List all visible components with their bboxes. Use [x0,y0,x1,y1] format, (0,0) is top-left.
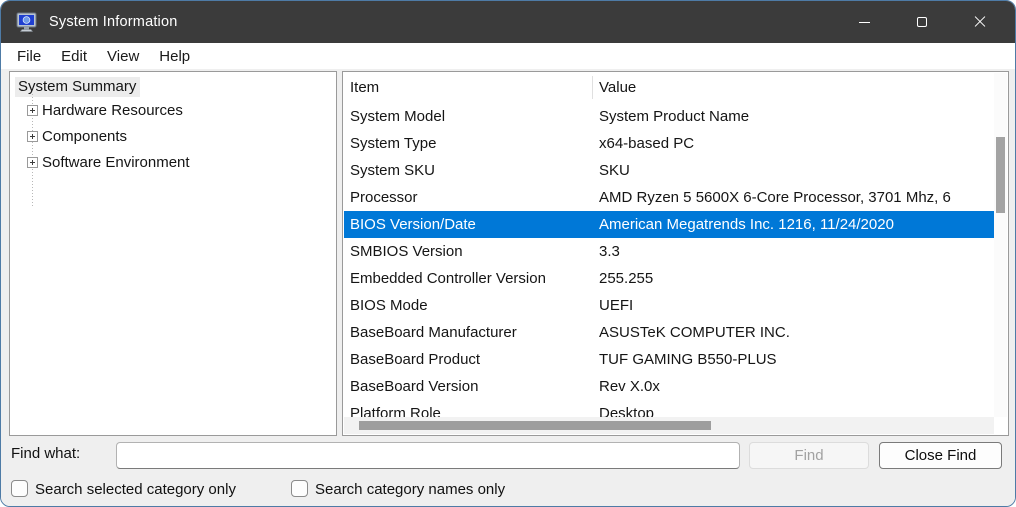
find-bar: Find what: Find Close Find Search select… [1,436,1015,507]
table-row[interactable]: Platform Role Desktop [344,400,994,417]
column-header-item[interactable]: Item [343,79,592,96]
title-bar: System Information [1,1,1015,43]
search-category-names-checkbox[interactable] [291,480,308,497]
menu-edit[interactable]: Edit [51,46,97,67]
details-list-panel: Item Value System Model System Product N… [342,71,1009,436]
item-cell: BIOS Version/Date [344,216,592,233]
maximize-button[interactable] [893,1,951,43]
value-cell: System Product Name [592,108,994,125]
menu-file[interactable]: File [7,46,51,67]
list-header: Item Value [343,72,1008,103]
item-cell: Platform Role [344,405,592,417]
tree-item-label: Hardware Resources [42,102,183,119]
value-cell: UEFI [592,297,994,314]
close-button[interactable] [951,1,1009,43]
horizontal-scrollbar-thumb[interactable] [359,421,711,430]
find-what-label: Find what: [11,445,80,462]
table-row-selected[interactable]: BIOS Version/Date American Megatrends In… [344,211,994,238]
table-row[interactable]: Embedded Controller Version 255.255 [344,265,994,292]
table-row[interactable]: BIOS Mode UEFI [344,292,994,319]
column-header-value[interactable]: Value [592,79,636,96]
item-cell: BaseBoard Product [344,351,592,368]
minimize-button[interactable] [835,1,893,43]
tree-item-label: Software Environment [42,154,190,171]
table-row[interactable]: System SKU SKU [344,157,994,184]
value-cell: Rev X.0x [592,378,994,395]
value-cell: American Megatrends Inc. 1216, 11/24/202… [592,216,994,233]
table-row[interactable]: SMBIOS Version 3.3 [344,238,994,265]
expand-plus-icon[interactable] [27,131,38,142]
expand-plus-icon[interactable] [27,157,38,168]
tree-item-hardware-resources[interactable]: Hardware Resources [10,97,336,123]
menu-bar: File Edit View Help [1,43,1015,69]
list-rows: System Model System Product Name System … [344,103,994,417]
value-cell: x64-based PC [592,135,994,152]
column-separator[interactable] [592,76,593,99]
item-cell: Processor [344,189,592,206]
close-icon [974,16,986,28]
tree-item-components[interactable]: Components [10,123,336,149]
category-tree-panel: System Summary Hardware Resources Compon… [9,71,337,436]
maximize-icon [917,17,927,27]
menu-help[interactable]: Help [149,46,200,67]
window-title: System Information [49,14,178,30]
item-cell: SMBIOS Version [344,243,592,260]
system-information-window: System Information File Edit View Help S… [0,0,1016,507]
tree-item-system-summary[interactable]: System Summary [15,77,140,97]
item-cell: Embedded Controller Version [344,270,592,287]
vertical-scrollbar[interactable] [994,73,1007,417]
item-cell: BaseBoard Manufacturer [344,324,592,341]
value-cell: 255.255 [592,270,994,287]
menu-view[interactable]: View [97,46,149,67]
expand-plus-icon[interactable] [27,105,38,116]
value-cell: AMD Ryzen 5 5600X 6-Core Processor, 3701… [592,189,994,206]
search-selected-category-label: Search selected category only [35,481,236,498]
search-category-names-label: Search category names only [315,481,505,498]
item-cell: System SKU [344,162,592,179]
item-cell: System Model [344,108,592,125]
table-row[interactable]: BaseBoard Product TUF GAMING B550-PLUS [344,346,994,373]
close-find-button[interactable]: Close Find [879,442,1002,469]
value-cell: Desktop [592,405,994,417]
system-information-app-icon [16,12,38,32]
value-cell: SKU [592,162,994,179]
table-row[interactable]: Processor AMD Ryzen 5 5600X 6-Core Proce… [344,184,994,211]
item-cell: System Type [344,135,592,152]
search-selected-category-checkbox[interactable] [11,480,28,497]
table-row[interactable]: System Model System Product Name [344,103,994,130]
minimize-icon [859,22,870,23]
find-input[interactable] [116,442,740,469]
tree-children: Hardware Resources Components Software E… [10,97,336,175]
item-cell: BaseBoard Version [344,378,592,395]
horizontal-scrollbar[interactable] [344,417,994,434]
value-cell: ASUSTeK COMPUTER INC. [592,324,994,341]
table-row[interactable]: BaseBoard Version Rev X.0x [344,373,994,400]
vertical-scrollbar-thumb[interactable] [996,137,1005,213]
item-cell: BIOS Mode [344,297,592,314]
tree-item-software-environment[interactable]: Software Environment [10,149,336,175]
table-row[interactable]: System Type x64-based PC [344,130,994,157]
window-controls [835,1,1009,43]
find-options-row: Search selected category only Search cat… [1,476,1015,504]
content-area: System Summary Hardware Resources Compon… [1,69,1015,436]
value-cell: TUF GAMING B550-PLUS [592,351,994,368]
table-row[interactable]: BaseBoard Manufacturer ASUSTeK COMPUTER … [344,319,994,346]
find-button[interactable]: Find [749,442,869,469]
value-cell: 3.3 [592,243,994,260]
tree-item-label: Components [42,128,127,145]
